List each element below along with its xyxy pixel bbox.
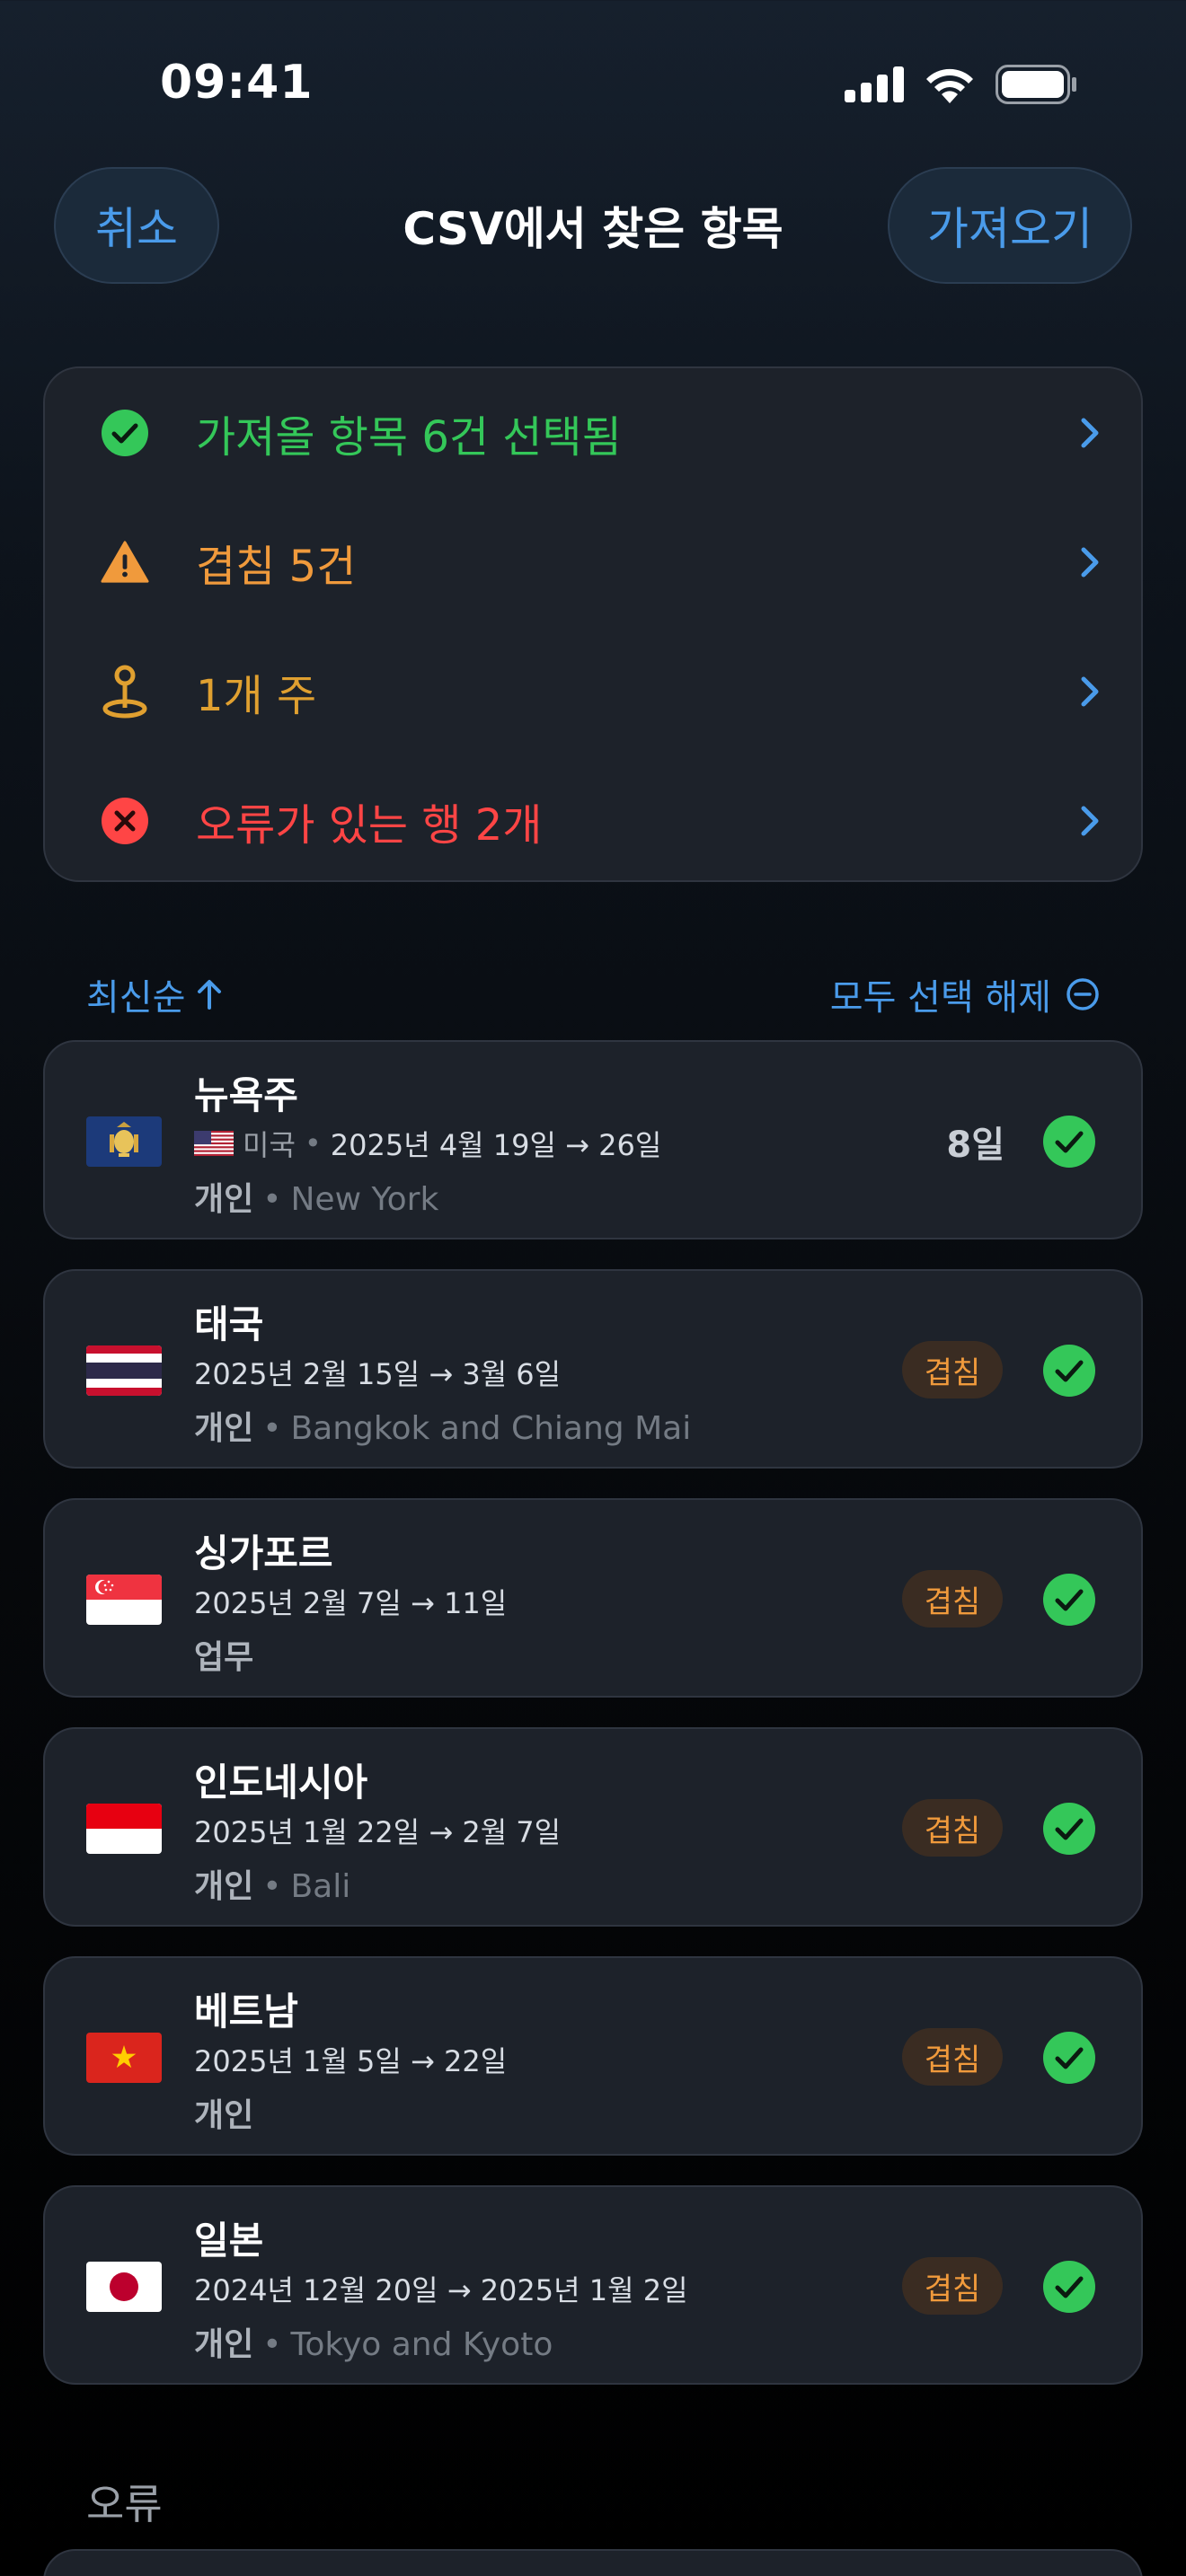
trip-location: Tokyo and Kyoto — [290, 2326, 553, 2363]
trip-purpose: 개인 — [194, 1868, 254, 1905]
summary-row-errors[interactable]: 오류가 있는 행 2개 — [45, 756, 1141, 886]
trip-purpose: 업무 — [194, 1639, 254, 1676]
status-time: 09:41 — [160, 56, 314, 110]
trip-dates-row: 2025년 1월 5일 → 22일 — [194, 2039, 507, 2080]
overlap-badge[interactable]: 겹침 — [902, 2028, 1003, 2086]
cellular-signal-icon — [845, 66, 904, 102]
checkmark-circle-icon[interactable] — [1042, 1344, 1096, 1398]
trip-dates-row: 2025년 2월 7일 → 11일 — [194, 1581, 507, 1622]
deselect-all-label: 모두 선택 해제 — [829, 977, 1051, 1019]
trip-dates: 2025년 4월 19일 → 26일 — [330, 1128, 662, 1162]
summary-card: 가져올 항목 6건 선택됨 겹침 5건 1개 주 오류가 있는 행 2개 — [43, 366, 1143, 882]
trip-title: 싱가포르 — [194, 1531, 333, 1575]
summary-label-overlaps: 겹침 5건 — [196, 542, 357, 592]
separator-dot: • — [262, 2326, 282, 2363]
summary-label-states: 1개 주 — [196, 671, 317, 721]
trip-card[interactable]: 인도네시아 2025년 1월 22일 → 2월 7일 개인 • Bali 겹침 — [43, 1727, 1143, 1927]
trip-title: 인도네시아 — [194, 1760, 368, 1804]
trip-location: New York — [290, 1181, 439, 1218]
trip-title: 베트남 — [194, 1989, 298, 2033]
trip-purpose: 개인 — [194, 1410, 254, 1447]
trip-dates-row: 미국 • 2025년 4월 19일 → 26일 — [194, 1123, 661, 1164]
trip-card[interactable]: 일본 2024년 12월 20일 → 2025년 1월 2일 개인 • Tokyo … — [43, 2185, 1143, 2385]
battery-icon — [996, 65, 1076, 104]
trip-dates: 2025년 1월 5일 → 22일 — [194, 2044, 508, 2078]
summary-row-states[interactable]: 1개 주 — [45, 627, 1141, 756]
status-bar: 09:41 — [0, 0, 1186, 162]
trip-title: 뉴욕주 — [194, 1073, 298, 1117]
checkmark-circle-icon[interactable] — [1042, 2031, 1096, 2085]
trip-title: 일본 — [194, 2219, 264, 2263]
trip-dates-row: 2024년 12월 20일 → 2025년 1월 2일 — [194, 2268, 688, 2309]
arrow-up-icon — [198, 980, 222, 1010]
sort-bar: 최신순 모두 선택 해제 — [0, 961, 1186, 1024]
checkmark-circle-icon[interactable] — [1042, 1573, 1096, 1627]
trip-dates: 2025년 1월 22일 → 2월 7일 — [194, 1815, 562, 1849]
overlap-badge[interactable]: 겹침 — [902, 1799, 1003, 1857]
trip-dates: 2024년 12월 20일 → 2025년 1월 2일 — [194, 2273, 688, 2307]
new-york-flag-icon — [86, 1116, 162, 1167]
trip-meta: 개인 • New York — [194, 1173, 438, 1220]
checkmark-circle-icon[interactable] — [1042, 2260, 1096, 2314]
trip-dates-row: 2025년 2월 15일 → 3월 6일 — [194, 1352, 561, 1393]
separator-dot: • — [262, 1410, 282, 1447]
sort-order-button[interactable]: 최신순 — [86, 968, 223, 1020]
import-button[interactable]: 가져오기 — [888, 167, 1132, 284]
trip-title: 태국 — [194, 1302, 264, 1346]
status-icons — [845, 65, 1078, 104]
trip-meta: 개인 • Bali — [194, 1860, 350, 1907]
overlap-badge[interactable]: 겹침 — [902, 1341, 1003, 1398]
trip-country: 미국 — [243, 1128, 296, 1162]
warning-icon — [101, 538, 149, 587]
summary-label-errors: 오류가 있는 행 2개 — [196, 800, 543, 851]
trip-card[interactable]: 싱가포르 2025년 2월 7일 → 11일 업무 겹침 — [43, 1498, 1143, 1698]
checkmark-circle-icon[interactable] — [1042, 1802, 1096, 1856]
deselect-all-button[interactable]: 모두 선택 해제 — [830, 968, 1100, 1020]
singapore-flag-icon — [86, 1575, 162, 1625]
trip-card[interactable]: 뉴욕주 미국 • 2025년 4월 19일 → 26일 개인 • New York … — [43, 1040, 1143, 1239]
vietnam-flag-icon — [86, 2033, 162, 2083]
trip-dates: 2025년 2월 15일 → 3월 6일 — [194, 1357, 562, 1391]
indonesia-flag-icon — [86, 1804, 162, 1854]
trip-meta: 개인 • Bangkok and Chiang Mai — [194, 1402, 691, 1449]
chevron-right-icon — [1081, 806, 1099, 836]
summary-label-selected: 가져올 항목 6건 선택됨 — [196, 412, 622, 463]
chevron-right-icon — [1081, 418, 1099, 448]
separator-dot: • — [262, 1181, 282, 1218]
trip-dates-row: 2025년 1월 22일 → 2월 7일 — [194, 1810, 561, 1851]
trip-meta: 개인 — [194, 2089, 253, 2136]
separator-dot: • — [262, 1868, 282, 1905]
trip-days: 8일 — [946, 1125, 1005, 1166]
chevron-right-icon — [1081, 676, 1099, 707]
overlap-badge[interactable]: 겹침 — [902, 1570, 1003, 1628]
trip-card[interactable]: 태국 2025년 2월 15일 → 3월 6일 개인 • Bangkok and C… — [43, 1269, 1143, 1469]
trip-location: Bali — [290, 1868, 351, 1905]
trip-purpose: 개인 — [194, 2097, 254, 2134]
overlap-badge[interactable]: 겹침 — [902, 2257, 1003, 2315]
trip-card[interactable]: 베트남 2025년 1월 5일 → 22일 개인 겹침 — [43, 1956, 1143, 2156]
trip-location: Bangkok and Chiang Mai — [290, 1410, 692, 1447]
chevron-right-icon — [1081, 547, 1099, 578]
summary-row-selected[interactable]: 가져올 항목 6건 선택됨 — [45, 368, 1141, 498]
trip-meta: 업무 — [194, 1631, 253, 1678]
trip-purpose: 개인 — [194, 2326, 254, 2363]
summary-row-overlaps[interactable]: 겹침 5건 — [45, 498, 1141, 627]
checkmark-circle-icon[interactable] — [1042, 1115, 1096, 1169]
error-card[interactable] — [43, 2549, 1143, 2576]
nav-bar: 취소 CSV에서 찾은 항목 가져오기 — [0, 167, 1186, 284]
us-flag-icon — [194, 1131, 234, 1156]
trip-dates: 2025년 2월 7일 → 11일 — [194, 1586, 508, 1620]
trip-purpose: 개인 — [194, 1181, 254, 1218]
japan-flag-icon — [86, 2262, 162, 2312]
errors-section-heading: 오류 — [86, 2480, 163, 2528]
thailand-flag-icon — [86, 1345, 162, 1396]
wifi-icon — [926, 68, 973, 103]
trip-meta: 개인 • Tokyo and Kyoto — [194, 2318, 553, 2365]
separator-dot: • — [304, 1126, 322, 1160]
minus-circle-icon — [1067, 978, 1099, 1010]
location-pin-icon — [101, 665, 149, 719]
error-circle-icon — [101, 797, 149, 845]
check-circle-icon — [101, 409, 149, 457]
sort-order-label: 최신순 — [86, 977, 186, 1019]
